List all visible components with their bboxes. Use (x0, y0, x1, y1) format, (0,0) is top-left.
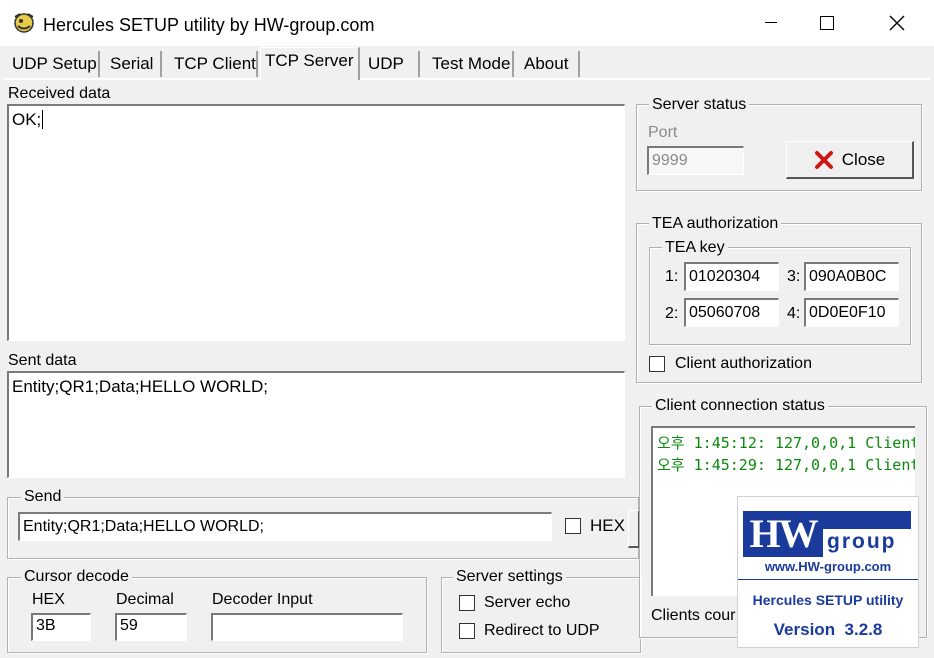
sent-data-area[interactable]: Entity;QR1;Data;HELLO WORLD; (7, 371, 625, 478)
cursor-hex-field[interactable]: 3B (31, 613, 91, 641)
hw-product-name: Hercules SETUP utility (752, 592, 904, 608)
cursor-decimal-label: Decimal (116, 591, 174, 608)
send-hex-label: HEX (590, 516, 625, 535)
server-echo-label: Server echo (484, 594, 571, 611)
tab-about[interactable]: About (520, 51, 580, 77)
send-group-title: Send (21, 488, 65, 506)
hw-brand-mark: HW group (743, 511, 911, 557)
server-settings-group (441, 577, 641, 653)
hercules-app-icon (12, 11, 36, 35)
port-label: Port (648, 124, 678, 141)
red-x-icon (814, 150, 833, 169)
received-data-label: Received data (8, 85, 111, 102)
client-connection-title: Client connection status (652, 397, 828, 415)
client-authorization-label: Client authorization (675, 355, 812, 372)
tab-tcp-server[interactable]: TCP Server (260, 47, 360, 80)
cursor-decimal-field[interactable]: 59 (115, 613, 187, 641)
cursor-decode-title: Cursor decode (21, 568, 132, 586)
decoder-input-label: Decoder Input (212, 591, 313, 608)
send-input[interactable]: Entity;QR1;Data;HELLO WORLD; (18, 512, 552, 541)
maximize-icon (820, 16, 834, 30)
clients-count-label: Clients cour (651, 607, 736, 624)
sent-data-label: Sent data (8, 352, 77, 369)
client-authorization-checkbox[interactable] (649, 356, 665, 372)
sent-data-text: Entity;QR1;Data;HELLO WORLD; (12, 377, 269, 396)
tab-udp[interactable]: UDP (364, 51, 420, 77)
tab-tcp-client[interactable]: TCP Client (170, 51, 258, 77)
hw-group-logo: HW group www.HW-group.com Hercules SETUP… (737, 496, 919, 648)
tea-key-1-label: 1: (665, 268, 679, 285)
server-status-title: Server status (649, 96, 750, 114)
received-data-text: OK; (12, 110, 42, 129)
tea-key-2-field[interactable]: 05060708 (684, 298, 779, 327)
close-icon (889, 15, 905, 31)
text-cursor (42, 110, 44, 129)
redirect-udp-checkbox[interactable] (459, 623, 475, 639)
close-server-label: Close (841, 149, 886, 169)
decoder-input-field[interactable] (211, 613, 403, 641)
tea-key-3-field[interactable]: 090A0B0C (804, 262, 899, 291)
cursor-hex-label: HEX (32, 591, 65, 608)
tab-udp-setup[interactable]: UDP Setup (8, 51, 100, 77)
tea-key-title: TEA key (662, 239, 728, 257)
tab-serial[interactable]: Serial (106, 51, 162, 77)
window-title: Hercules SETUP utility by HW-group.com (43, 15, 375, 35)
hw-divider (738, 579, 918, 580)
minimize-icon (765, 22, 777, 23)
tea-key-2-label: 2: (665, 305, 679, 322)
close-server-button[interactable]: Close (786, 141, 914, 179)
client-log-entry: 오후 1:45:29: 127,0,0,1 Client co (657, 456, 915, 474)
close-window-button[interactable] (874, 0, 920, 46)
hw-brand-main: HW (749, 511, 818, 556)
maximize-button[interactable] (804, 0, 850, 46)
tea-key-4-label: 4: (787, 305, 801, 322)
client-log-entry: 오후 1:45:12: 127,0,0,1 Client co (657, 434, 915, 452)
minimize-button[interactable] (748, 0, 794, 46)
hw-url: www.HW-group.com (764, 559, 892, 574)
port-field[interactable]: 9999 (647, 146, 744, 175)
tea-key-4-field[interactable]: 0D0E0F10 (804, 298, 899, 327)
hw-brand-bar (823, 511, 911, 529)
tab-strip-line (4, 78, 930, 80)
hw-version: Version 3.2.8 (773, 620, 883, 639)
redirect-udp-label: Redirect to UDP (484, 622, 600, 639)
tea-key-3-label: 3: (787, 268, 801, 285)
tea-key-1-field[interactable]: 01020304 (684, 262, 779, 291)
server-echo-checkbox[interactable] (459, 595, 475, 611)
tea-authorization-title: TEA authorization (649, 215, 782, 233)
server-settings-title: Server settings (453, 568, 566, 586)
send-hex-checkbox[interactable] (565, 518, 581, 534)
hw-brand-sub: group (827, 530, 897, 553)
tab-test-mode[interactable]: Test Mode (428, 51, 514, 77)
received-data-area[interactable]: OK; (7, 104, 625, 341)
